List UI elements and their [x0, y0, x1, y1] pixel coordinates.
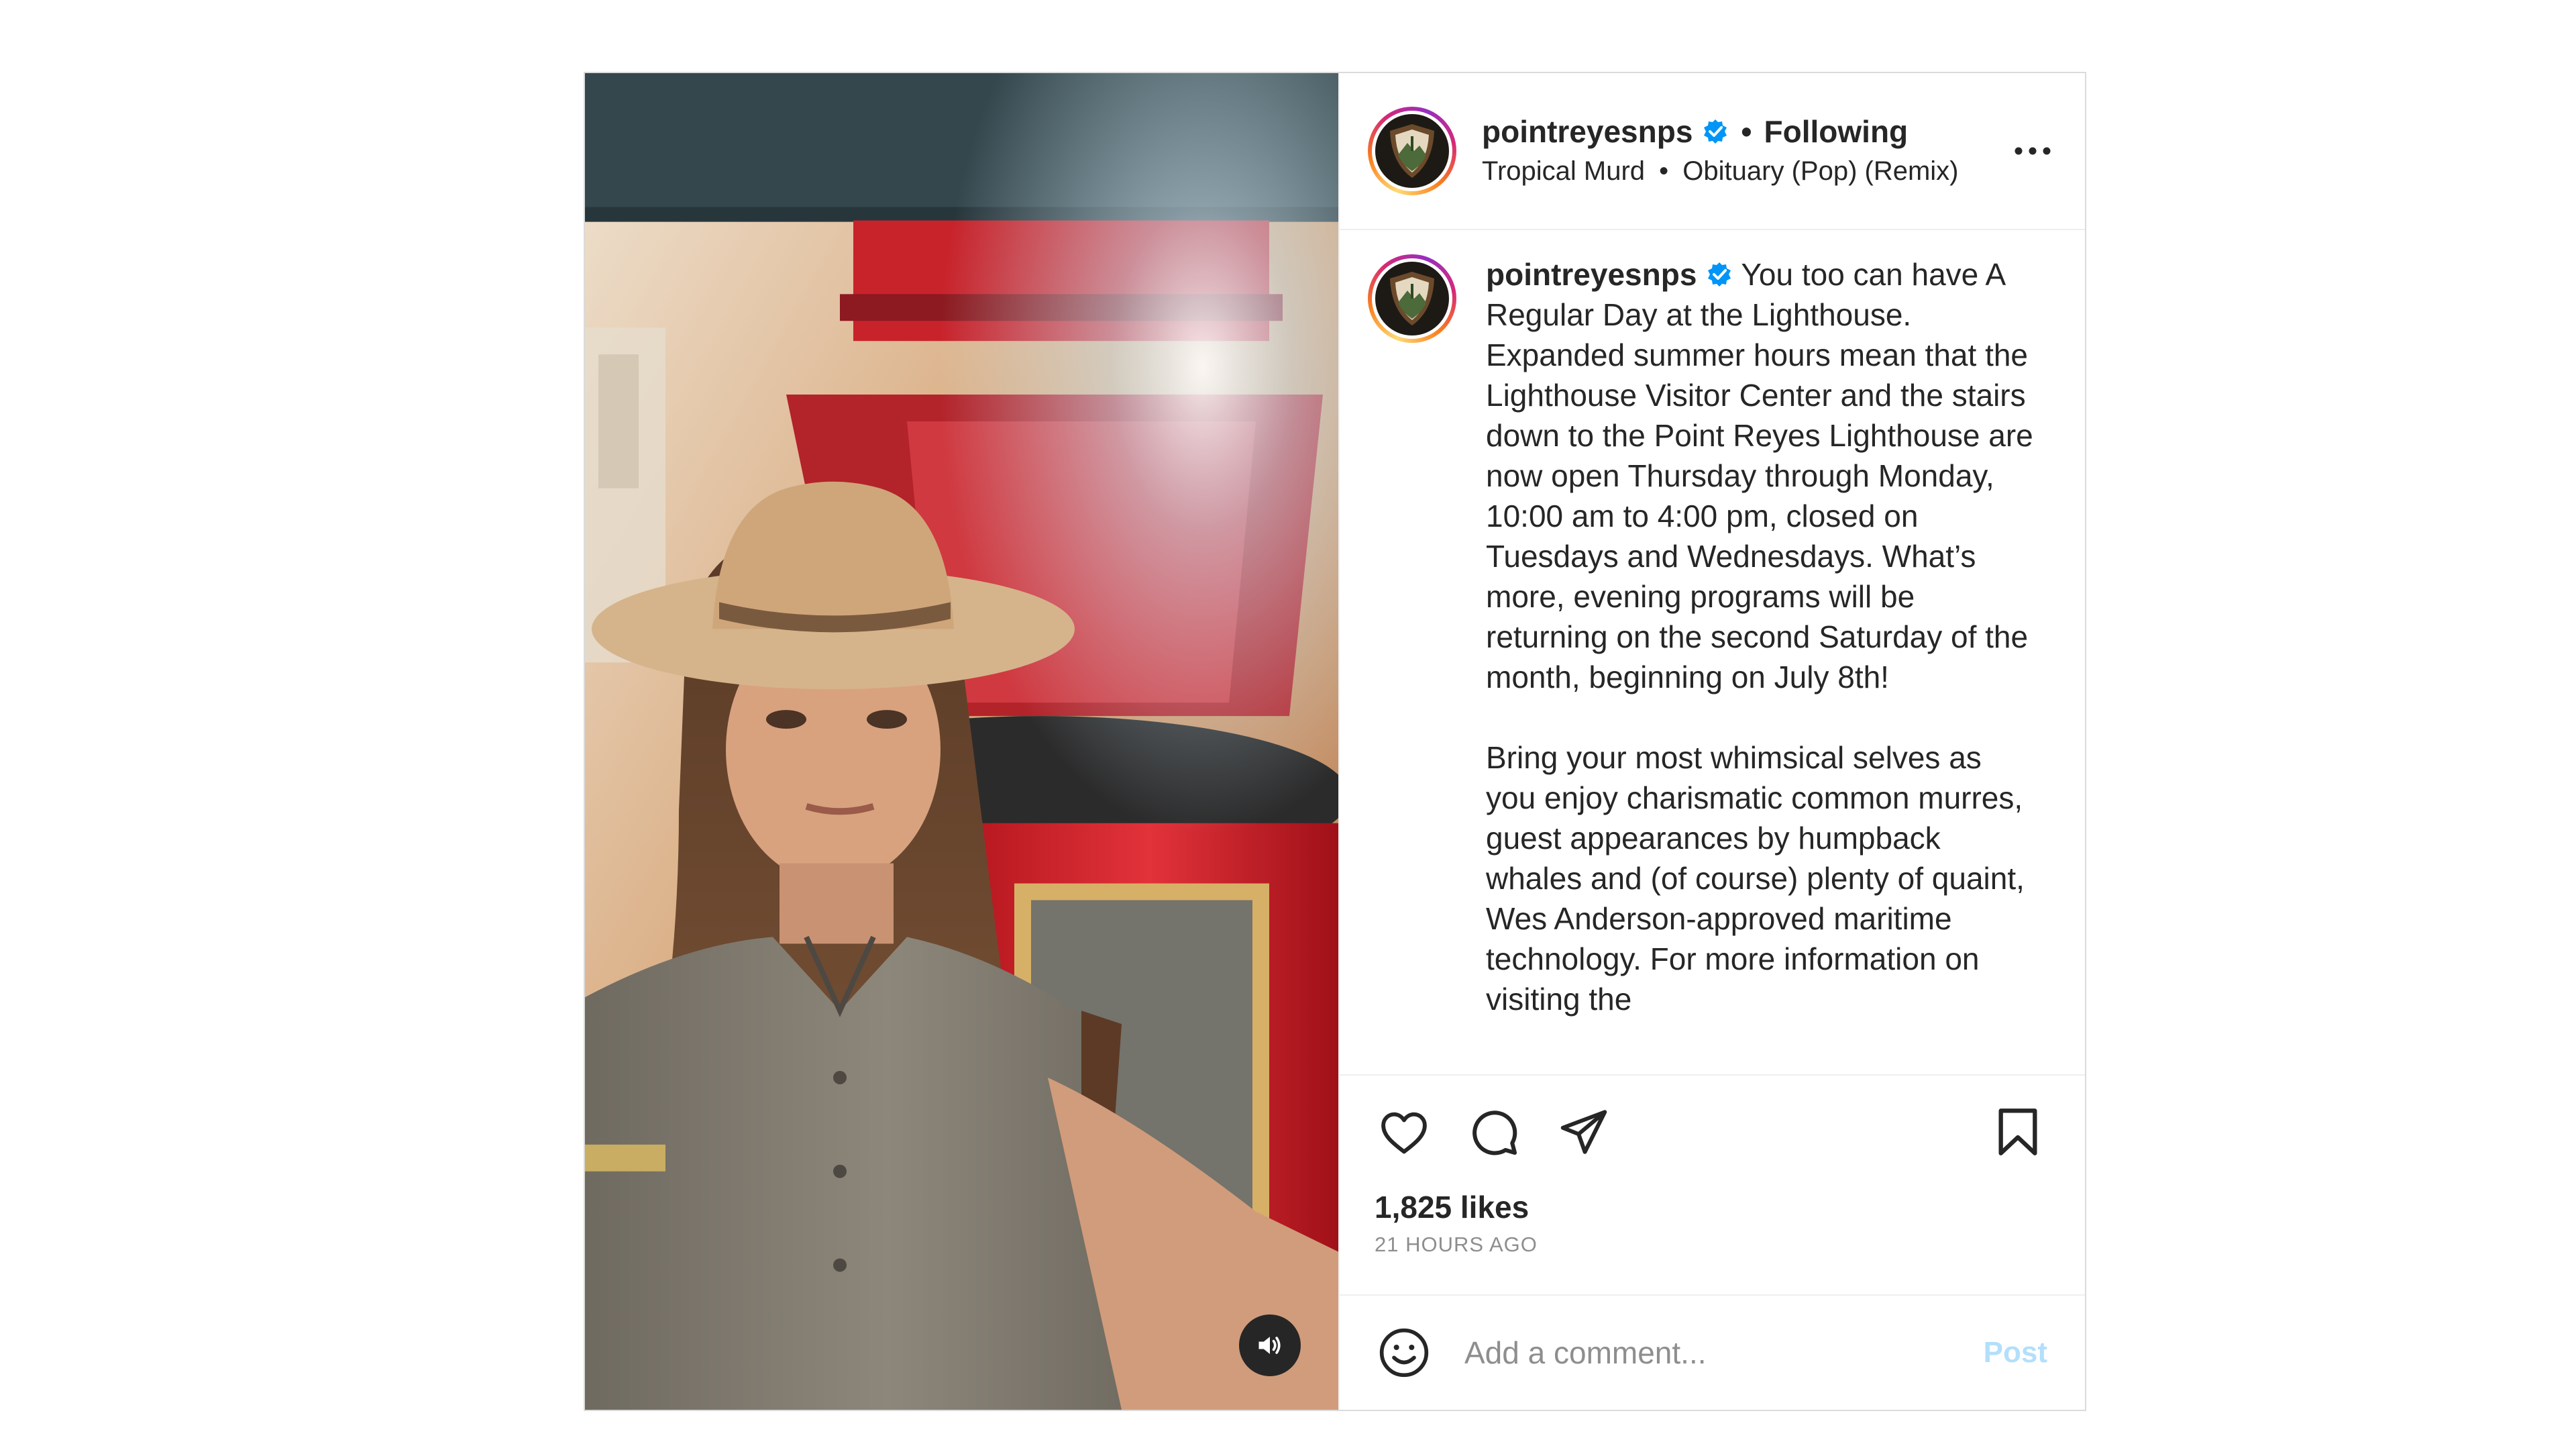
instagram-post: pointreyesnps • Following Tropical Murd …	[584, 72, 2086, 1411]
post-header: pointreyesnps • Following Tropical Murd …	[1340, 73, 2085, 230]
post-actions: 1,825 likes 21 HOURS AGO	[1340, 1076, 2085, 1296]
heart-icon	[1379, 1109, 1430, 1155]
nps-arrowhead-logo	[1375, 114, 1449, 188]
audio-track: Obituary (Pop) (Remix)	[1682, 156, 1959, 186]
nps-arrowhead-logo	[1375, 262, 1449, 335]
caption-body: You too can have A Regular Day at the Li…	[1486, 257, 2033, 1017]
share-button[interactable]	[1554, 1102, 1613, 1161]
likes-count[interactable]: 1,825 likes	[1375, 1188, 2047, 1226]
caption-author-avatar[interactable]	[1368, 254, 1456, 343]
comment-icon	[1468, 1106, 1519, 1157]
emoji-icon	[1377, 1326, 1431, 1380]
author-avatar[interactable]	[1368, 107, 1456, 195]
audio-artist: Tropical Murd	[1482, 156, 1646, 186]
caption-username[interactable]: pointreyesnps	[1486, 257, 1697, 292]
post-timestamp[interactable]: 21 HOURS AGO	[1375, 1233, 2047, 1257]
verified-badge-icon	[1706, 261, 1733, 288]
audio-attribution[interactable]: Tropical Murd • Obituary (Pop) (Remix)	[1482, 152, 2012, 190]
like-button[interactable]	[1375, 1102, 1434, 1161]
caption-section: pointreyesnps You too can have A Regular …	[1340, 230, 2085, 1076]
comment-button[interactable]	[1464, 1102, 1523, 1161]
header-separator: •	[1741, 114, 1752, 149]
audio-separator: •	[1659, 156, 1669, 186]
more-options-button[interactable]	[2012, 131, 2053, 171]
post-video[interactable]	[585, 73, 1338, 1410]
caption-text: pointreyesnps You too can have A Regular …	[1486, 254, 2036, 1074]
author-username[interactable]: pointreyesnps	[1482, 112, 1693, 151]
audio-toggle-button[interactable]	[1239, 1314, 1301, 1376]
more-options-icon	[2014, 146, 2051, 156]
bookmark-icon	[1996, 1106, 2039, 1157]
post-side-panel: pointreyesnps • Following Tropical Murd …	[1338, 73, 2085, 1410]
share-icon	[1558, 1108, 1609, 1156]
speaker-icon	[1255, 1331, 1285, 1360]
following-button[interactable]: Following	[1764, 112, 1909, 151]
comment-bar: Post	[1340, 1296, 2085, 1410]
emoji-button[interactable]	[1375, 1323, 1434, 1382]
video-frame-image	[585, 73, 1338, 1410]
save-button[interactable]	[1988, 1102, 2047, 1161]
header-text: pointreyesnps • Following Tropical Murd …	[1482, 112, 2012, 190]
comment-input[interactable]	[1463, 1334, 1984, 1372]
verified-badge-icon	[1702, 118, 1729, 145]
post-comment-button[interactable]: Post	[1984, 1336, 2047, 1370]
